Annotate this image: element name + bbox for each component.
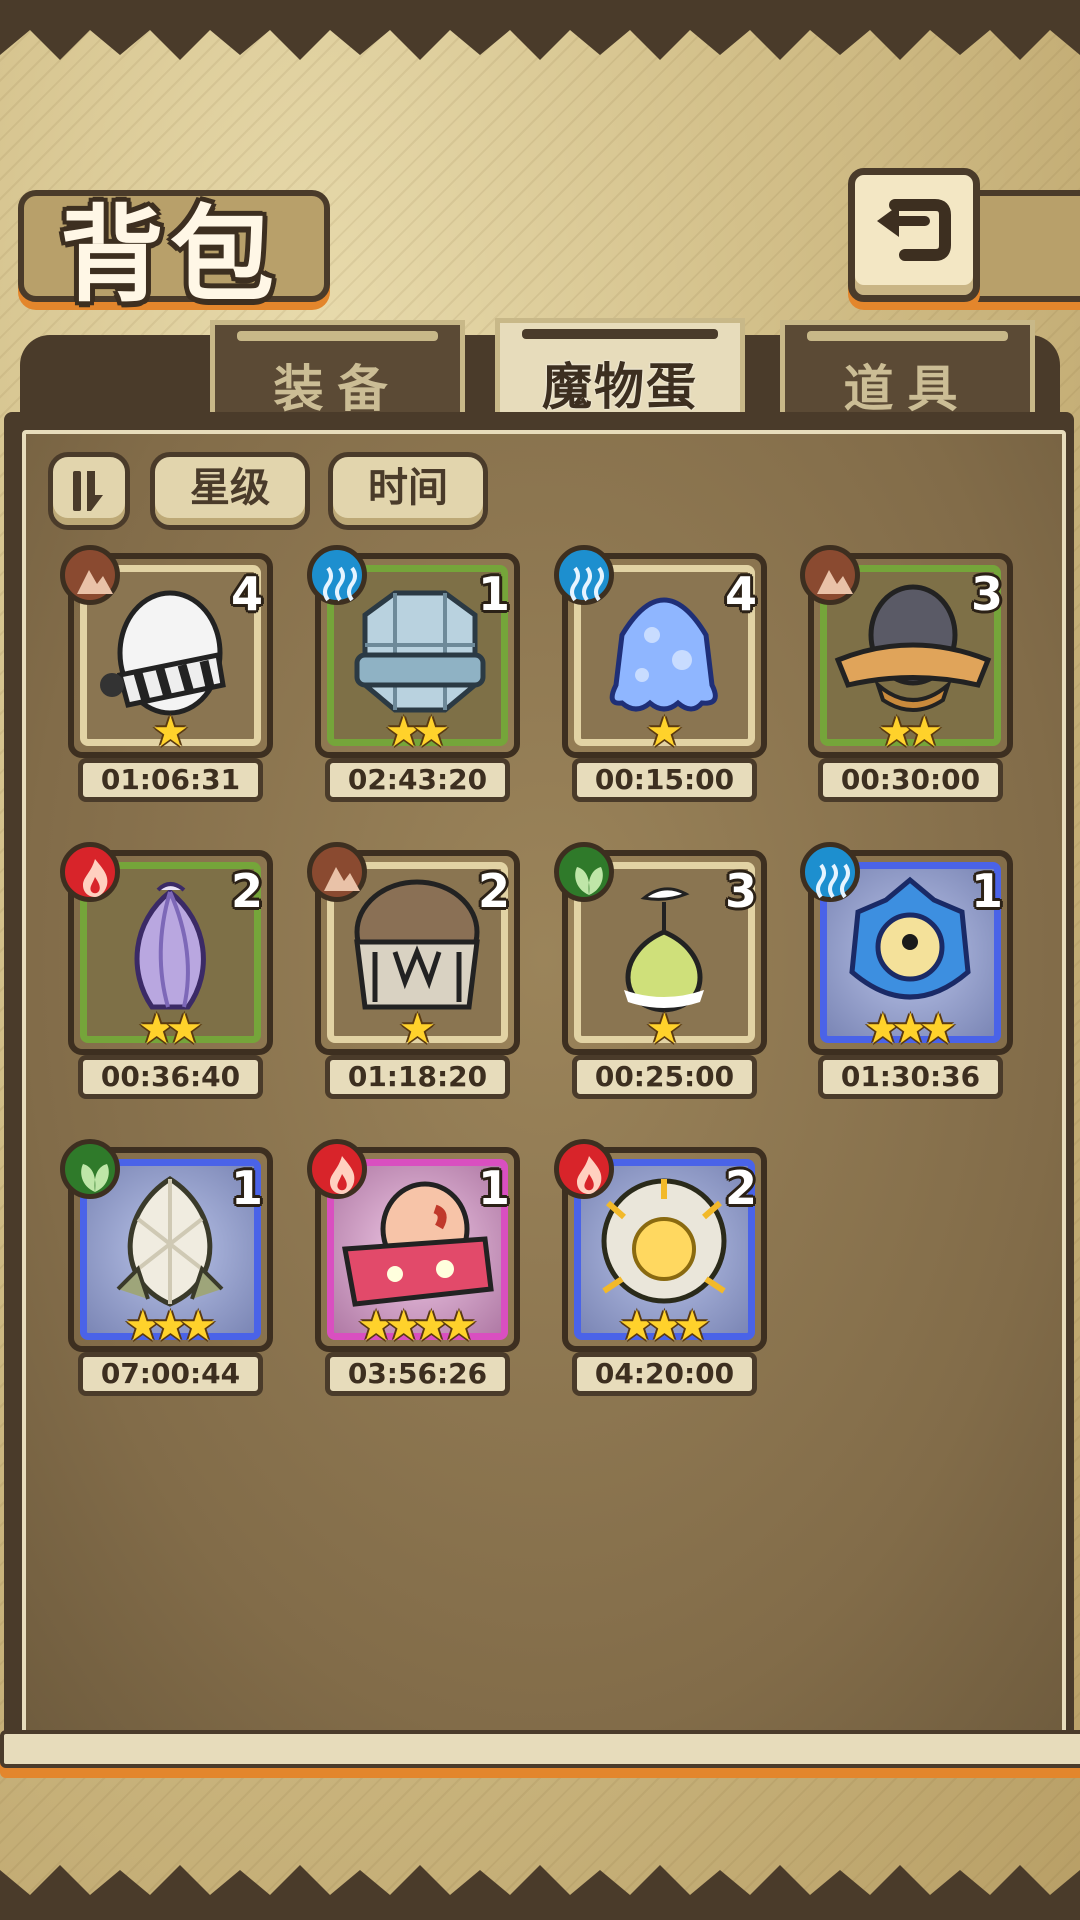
star-icon: ★ — [398, 1004, 437, 1053]
sort-by-time-button[interactable]: 时间 — [328, 452, 488, 530]
star-icon: ★ — [179, 1301, 217, 1350]
star-icon: ★ — [151, 707, 190, 756]
water-element-icon — [307, 545, 367, 605]
star-icon: ★ — [645, 1004, 684, 1053]
egg-card[interactable]: 3 ★★ 00:30:00 — [800, 545, 1013, 803]
back-button[interactable] — [848, 168, 980, 302]
fire-element-icon — [307, 1139, 367, 1199]
egg-count: 2 — [724, 1161, 757, 1215]
tab-rail — [237, 331, 438, 341]
egg-count: 2 — [230, 864, 263, 918]
tab-equipment[interactable]: 装备 — [210, 320, 465, 420]
star-rating: ★★ — [315, 711, 520, 753]
egg-card[interactable]: 1 ★★★ 07:00:44 — [60, 1139, 273, 1397]
hatch-timer: 04:20:00 — [572, 1352, 757, 1396]
sort-by-star-button[interactable]: 星级 — [150, 452, 310, 530]
egg-card[interactable]: 1 ★★★★ 03:56:26 — [307, 1139, 520, 1397]
earth-element-icon — [60, 545, 120, 605]
egg-card[interactable]: 2 ★★ 00:36:40 — [60, 842, 273, 1100]
egg-count: 1 — [970, 864, 1003, 918]
fire-element-icon — [60, 842, 120, 902]
star-rating: ★★★★ — [315, 1305, 520, 1347]
star-icon: ★ — [165, 1004, 204, 1053]
egg-count: 4 — [724, 567, 757, 621]
egg-count: 3 — [970, 567, 1003, 621]
star-rating: ★ — [68, 711, 273, 753]
hatch-timer: 00:36:40 — [78, 1055, 263, 1099]
top-jagged-border — [0, 0, 1080, 60]
egg-card[interactable]: 2 ★ 01:18:20 — [307, 842, 520, 1100]
sort-toggle-button[interactable] — [48, 452, 130, 530]
hatch-timer: 01:06:31 — [78, 758, 263, 802]
hatch-timer: 03:56:26 — [325, 1352, 510, 1396]
star-icon: ★ — [440, 1301, 478, 1350]
egg-card[interactable]: 2 ★★★ 04:20:00 — [554, 1139, 767, 1397]
egg-count: 3 — [724, 864, 757, 918]
star-rating: ★★★ — [808, 1008, 1013, 1050]
page-title: 背包 — [60, 193, 281, 316]
tab-items[interactable]: 道具 — [780, 320, 1035, 420]
star-rating: ★★★ — [68, 1305, 273, 1347]
egg-count: 1 — [477, 567, 510, 621]
tab-equipment-label: 装备 — [273, 360, 402, 418]
tab-rail — [807, 331, 1008, 341]
star-rating: ★ — [562, 1008, 767, 1050]
egg-card[interactable]: 4 ★ 00:15:00 — [554, 545, 767, 803]
tab-monster-egg-label: 魔物蛋 — [542, 357, 698, 416]
star-icon: ★ — [645, 707, 684, 756]
hatch-timer: 00:15:00 — [572, 758, 757, 802]
hatch-timer: 01:18:20 — [325, 1055, 510, 1099]
star-icon: ★ — [919, 1004, 957, 1053]
tab-items-label: 道具 — [843, 360, 972, 418]
grass-element-icon — [60, 1139, 120, 1199]
return-arrow-icon — [877, 199, 951, 261]
grass-element-icon — [554, 842, 614, 902]
hatch-timer: 01:30:36 — [818, 1055, 1003, 1099]
water-element-icon — [554, 545, 614, 605]
panel-bottom-rail — [0, 1730, 1080, 1768]
egg-count: 1 — [230, 1161, 263, 1215]
star-icon: ★ — [673, 1301, 711, 1350]
fire-element-icon — [554, 1139, 614, 1199]
star-rating: ★★★ — [562, 1305, 767, 1347]
earth-element-icon — [307, 842, 367, 902]
egg-card[interactable]: 3 ★ 00:25:00 — [554, 842, 767, 1100]
egg-count: 1 — [477, 1161, 510, 1215]
hatch-timer: 00:30:00 — [818, 758, 1003, 802]
star-rating: ★ — [315, 1008, 520, 1050]
tab-rail — [522, 329, 718, 339]
star-rating: ★★ — [808, 711, 1013, 753]
star-rating: ★ — [562, 711, 767, 753]
water-element-icon — [800, 842, 860, 902]
sort-toggle-icon — [73, 471, 103, 511]
hatch-timer: 07:00:44 — [78, 1352, 263, 1396]
egg-count: 4 — [230, 567, 263, 621]
egg-card[interactable]: 1 ★★ 02:43:20 — [307, 545, 520, 803]
egg-card[interactable]: 4 ★ 01:06:31 — [60, 545, 273, 803]
star-rating: ★★ — [68, 1008, 273, 1050]
egg-card[interactable]: 1 ★★★ 01:30:36 — [800, 842, 1013, 1100]
hatch-timer: 00:25:00 — [572, 1055, 757, 1099]
hatch-timer: 02:43:20 — [325, 758, 510, 802]
earth-element-icon — [800, 545, 860, 605]
egg-count: 2 — [477, 864, 510, 918]
star-icon: ★ — [905, 707, 944, 756]
star-icon: ★ — [412, 707, 451, 756]
bottom-jagged-border — [0, 1865, 1080, 1920]
